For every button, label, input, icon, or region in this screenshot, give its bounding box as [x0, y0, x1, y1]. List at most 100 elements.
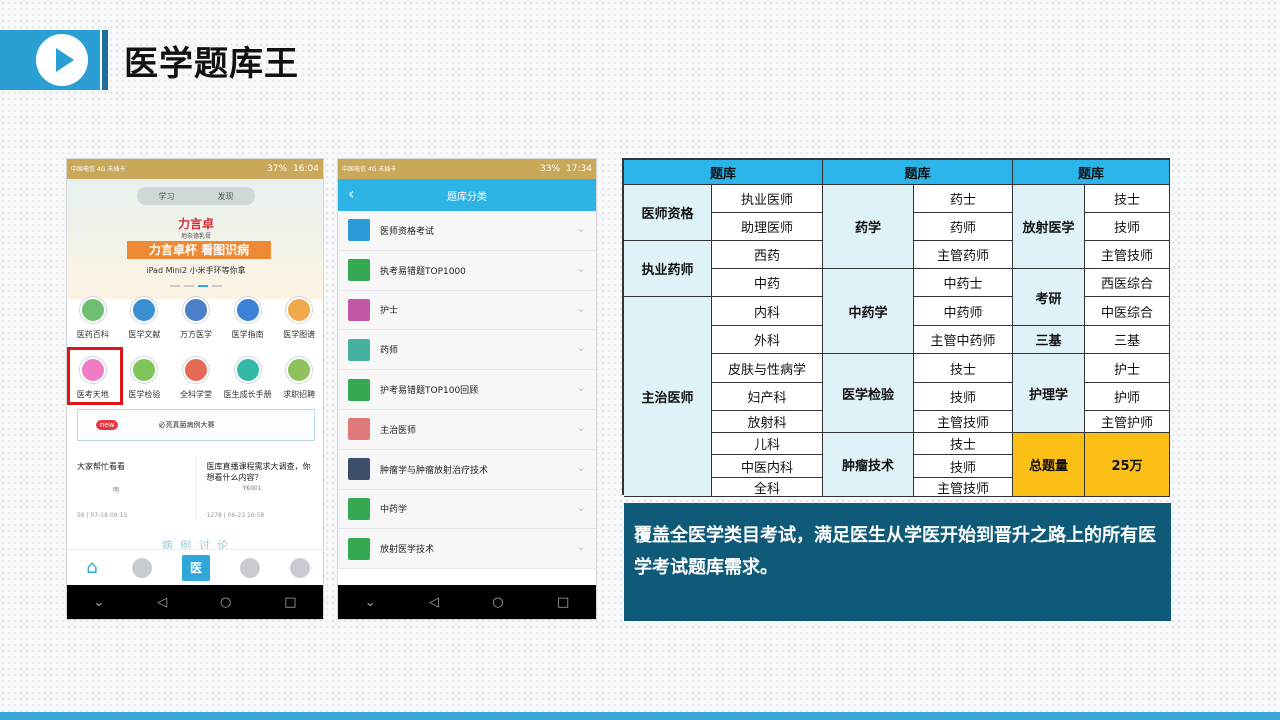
- category-label: 主治医师: [380, 425, 417, 436]
- tab-study[interactable]: 学习: [159, 191, 175, 202]
- category-row[interactable]: 放射医学技术 ⌄: [338, 529, 596, 570]
- category-icon: [348, 418, 370, 441]
- table-cell: 护士: [1085, 354, 1170, 383]
- category-row[interactable]: 中药学 ⌄: [338, 489, 596, 530]
- table-cell: 中药师: [914, 297, 1013, 326]
- home-circle-icon[interactable]: ○: [220, 595, 231, 610]
- chevron-down-icon[interactable]: ⌄: [365, 595, 376, 610]
- post-title: 大家帮忙看看: [77, 462, 125, 471]
- table-cell: 儿科: [712, 433, 823, 455]
- table-category-cell: 主治医师: [624, 297, 712, 497]
- table-category-cell: 执业药师: [624, 241, 712, 297]
- feature-label: 医学图谱: [283, 330, 316, 339]
- table-cell: 主管技师: [1085, 241, 1170, 269]
- table-category-cell: 医师资格: [624, 185, 712, 241]
- table-category-cell: 三基: [1013, 326, 1085, 354]
- table-cell: 皮肤与性病学: [712, 354, 823, 383]
- table-category-cell: 医学检验: [823, 354, 914, 433]
- category-row[interactable]: 护士 ⌄: [338, 290, 596, 331]
- table-cell: 中医综合: [1085, 297, 1170, 326]
- table-header: 题库: [624, 160, 823, 185]
- profile-icon[interactable]: [290, 557, 310, 578]
- back-icon[interactable]: ◁: [157, 595, 167, 610]
- table-category-cell: 护理学: [1013, 354, 1085, 433]
- table-category-cell: 肿瘤技术: [823, 433, 914, 497]
- medical-tab-icon[interactable]: 医: [182, 554, 210, 581]
- category-label: 执考易错题TOP1000: [380, 266, 466, 277]
- category-label: 药师: [380, 346, 399, 357]
- chevron-down-icon: ⌄: [575, 419, 586, 434]
- ad-strip[interactable]: new 必亮真菌病例大赛: [77, 409, 315, 441]
- home-circle-icon[interactable]: ○: [492, 595, 503, 610]
- play-icon: [36, 34, 88, 86]
- ad-text: 必亮真菌病例大赛: [158, 421, 215, 429]
- table-cell: 妇产科: [712, 383, 823, 411]
- category-row[interactable]: 肿瘤学与肿瘤放射治疗技术 ⌄: [338, 449, 596, 490]
- android-nav-bar: ⌄ ◁ ○ □: [67, 585, 323, 619]
- category-label: 放射医学技术: [380, 545, 435, 556]
- table-cell: 主管护师: [1085, 411, 1170, 433]
- table-cell: 外科: [712, 326, 823, 354]
- tab-discover[interactable]: 发现: [218, 191, 234, 202]
- table-cell: 三基: [1085, 326, 1170, 354]
- home-icon[interactable]: ⌂: [82, 557, 102, 578]
- feature-item[interactable]: 医学指南: [222, 293, 274, 347]
- chevron-down-icon: ⌄: [575, 459, 586, 474]
- highlight-box: [67, 347, 123, 405]
- category-row[interactable]: 药师 ⌄: [338, 330, 596, 371]
- feature-item[interactable]: 医学检验: [119, 353, 171, 407]
- table-cell: 主管中药师: [914, 326, 1013, 354]
- table-cell: 放射科: [712, 411, 823, 433]
- banner-slogan: 力言卓杯 看图识病: [127, 241, 271, 259]
- battery-label: 33%: [540, 164, 561, 174]
- feature-label: 医药百科: [76, 330, 109, 339]
- table-cell: 主管技师: [914, 411, 1013, 433]
- table-cell: 内科: [712, 297, 823, 326]
- category-row[interactable]: 护考易错题TOP100回顾 ⌄: [338, 370, 596, 410]
- feature-icon: [286, 297, 313, 323]
- feature-label: 万方医学: [179, 330, 212, 339]
- status-bar: 中国电信 4G 未插卡 37% 16:04: [67, 159, 323, 179]
- post-card[interactable]: 大家帮忙看看 明 56 | 07-18 09:13: [67, 457, 196, 521]
- table-cell: 全科: [712, 478, 823, 497]
- category-icon: [348, 259, 370, 282]
- promo-banner[interactable]: 学习 发现 力言卓 地奈德乳膏 力言卓杯 看图识病 iPad Mini2 小米手…: [67, 179, 323, 299]
- recents-icon[interactable]: □: [284, 595, 296, 610]
- feature-item[interactable]: 万方医学: [170, 293, 222, 347]
- chevron-down-icon[interactable]: ⌄: [93, 595, 104, 610]
- feature-item[interactable]: 医药百科: [67, 293, 119, 347]
- bottom-tab-bar: ⌂ 医: [67, 549, 323, 585]
- post-card[interactable]: 医库直播课程需求大调查，你想看什么内容？ YK001 1278 | 06-23 …: [195, 457, 324, 521]
- feature-icon: [182, 297, 209, 323]
- feature-label: 医学检验: [128, 390, 161, 399]
- category-icon: [348, 458, 370, 481]
- feature-item[interactable]: 全科学堂: [170, 353, 222, 407]
- chevron-down-icon: ⌄: [575, 340, 586, 355]
- recents-icon[interactable]: □: [557, 595, 569, 610]
- table-cell: 执业医师: [712, 185, 823, 213]
- table-cell: 技士: [1085, 185, 1170, 213]
- category-label: 护考易错题TOP100回顾: [380, 386, 479, 397]
- discover-icon[interactable]: [132, 557, 152, 578]
- category-row[interactable]: 执考易错题TOP1000 ⌄: [338, 250, 596, 291]
- feature-item[interactable]: 医学文献: [119, 293, 171, 347]
- page-title: 医学题库王: [124, 44, 299, 84]
- feature-item[interactable]: 医学图谱: [273, 293, 323, 347]
- back-chevron-icon[interactable]: ‹: [348, 184, 354, 203]
- feature-item[interactable]: 求职招聘: [273, 353, 323, 407]
- feature-label: 医学指南: [231, 330, 264, 339]
- category-icon: [348, 537, 370, 560]
- back-icon[interactable]: ◁: [429, 595, 439, 610]
- category-title-bar: ‹ 题库分类: [338, 179, 596, 211]
- carousel-dots: [170, 285, 222, 287]
- category-row[interactable]: 主治医师 ⌄: [338, 409, 596, 450]
- chat-icon[interactable]: [240, 557, 260, 578]
- category-icon: [348, 497, 370, 520]
- feature-icon: [286, 357, 313, 383]
- feature-item[interactable]: 医生成长手册: [222, 353, 274, 407]
- category-row[interactable]: 医师资格考试 ⌄: [338, 211, 596, 251]
- feature-label: 医生成长手册: [223, 390, 272, 399]
- table-cell: 技士: [914, 433, 1013, 455]
- carrier-label: 中国电信 4G 未插卡: [71, 165, 126, 173]
- chevron-down-icon: ⌄: [575, 260, 586, 275]
